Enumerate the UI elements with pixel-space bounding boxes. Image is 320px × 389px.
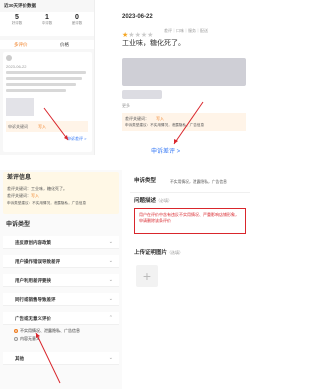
upload-hint: （选填）: [167, 250, 184, 255]
upload-label: 上传证明图片（选填）: [134, 250, 183, 257]
description-textarea[interactable]: 用户在评价中含有违反不实用情况、严重影响店铺形象，申请删除该条评价: [134, 208, 246, 234]
red-arrow-annotation: [43, 107, 69, 141]
appeal-form-panel: 申诉类型 不实用情况，泄露隐私，广告信息 问题描述（必填） 用户在评价中含有违反…: [130, 170, 250, 389]
upload-label-text: 上传证明图片: [134, 250, 168, 256]
review-stats-panel: 近30天评价数据 5 好评数 1 中评数 0 差评数 多评价 价格 2023-0…: [0, 0, 95, 155]
type-value: 不实用情况，泄露隐私，广告信息: [170, 180, 227, 184]
upload-image-button[interactable]: +: [136, 265, 158, 287]
review-detail-panel: 2023-06-22 ★★★★★ 差评｜口味｜服务｜配送 工业味，糖化死了。 更…: [118, 0, 250, 155]
type-label: 申诉类型: [134, 178, 157, 184]
divider: [130, 192, 250, 193]
red-arrow-annotation: [173, 101, 204, 145]
red-arrow-annotation: [35, 332, 61, 384]
desc-label-text: 问题描述: [134, 198, 157, 204]
desc-label: 问题描述（必填）: [134, 198, 172, 205]
desc-hint: （必填）: [156, 198, 173, 203]
appeal-type-panel: 差评信息 差评关键词：工业味，糖化死了。 差评关键词：写入 申诉类型建议：不实用…: [0, 170, 122, 389]
description-text: 用户在评价中含有违反不实用情况、严重影响店铺形象，申请删除该条评价: [139, 212, 239, 223]
